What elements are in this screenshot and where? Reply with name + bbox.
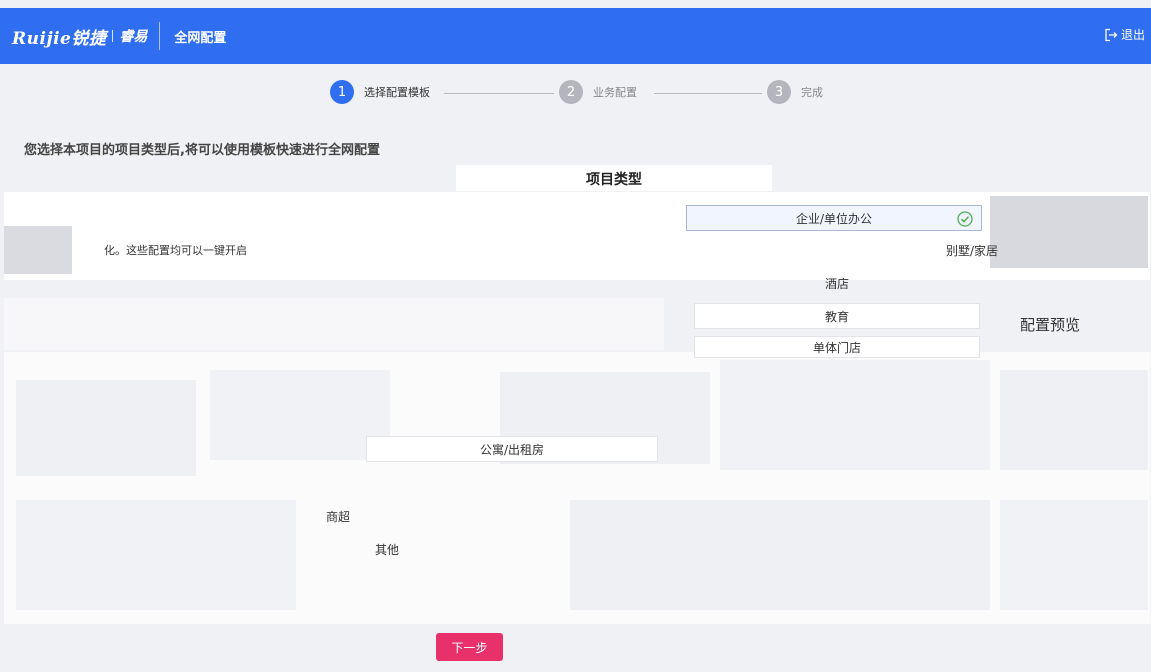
preview-screenshot-8 [1000,500,1148,610]
project-type-hotel[interactable]: 酒店 [694,273,980,293]
preview-screenshot-1 [16,380,196,476]
project-type-single-store[interactable]: 单体门店 [694,336,980,358]
logo-product-text: 睿易 [119,29,148,45]
step-1-label: 选择配置模板 [364,86,430,99]
project-type-title: 项目类型 [456,165,772,191]
logout-button[interactable]: 退出 [1104,26,1145,43]
project-type-single-store-label: 单体门店 [812,340,861,355]
project-type-hotel-label: 酒店 [824,276,849,291]
wizard-steps: 1 选择配置模板 2 业务配置 3 完成 [0,80,1151,108]
template-description: 化。这些配置均可以一键开启 [104,244,247,257]
step-3-number: 3 [767,80,791,104]
logout-icon [1105,28,1118,41]
top-header-bar: Ruijie锐捷 睿易 全网配置 退出 [0,8,1151,64]
app-title: 全网配置 [174,30,227,46]
project-type-supermarket[interactable]: 商超 [326,508,350,525]
project-type-villa[interactable]: 别墅/家居 [946,242,998,259]
preview-screenshot-6 [16,500,296,610]
preview-screenshot-5 [1000,370,1148,470]
preview-screenshot-7 [570,500,990,610]
preview-screenshot-4 [720,360,990,470]
step-connector-1 [444,93,554,94]
office-room-image [990,196,1148,268]
project-type-apartment[interactable]: 公寓/出租房 [366,436,658,462]
project-type-education-label: 教育 [824,309,849,324]
step-1: 1 选择配置模板 [330,80,430,104]
step-1-number: 1 [330,80,354,104]
header-divider [159,22,161,50]
template-detail-panel [4,298,664,350]
intro-text: 您选择本项目的项目类型后,将可以使用模板快速进行全网配置 [24,143,380,158]
project-type-other[interactable]: 其他 [375,541,399,558]
config-preview-title: 配置预览 [1020,316,1081,334]
step-2-label: 业务配置 [593,86,637,99]
step-3-label: 完成 [801,86,823,99]
office-desk-image [4,226,72,274]
project-type-education[interactable]: 教育 [694,303,980,329]
ruijie-logo: Ruijie锐捷 睿易 [12,8,147,64]
logo-divider [112,30,114,42]
logo-brand-text: Ruijie锐捷 [12,28,107,49]
step-3: 3 完成 [767,80,823,104]
project-type-enterprise-label: 企业/单位办公 [795,211,873,226]
logout-label: 退出 [1120,28,1145,42]
step-2-number: 2 [559,80,583,104]
step-2: 2 业务配置 [559,80,637,104]
next-step-button[interactable]: 下一步 [436,633,503,661]
preview-screenshot-2 [210,370,390,460]
project-type-enterprise[interactable]: 企业/单位办公 [686,205,982,231]
selected-check-icon [957,211,973,227]
project-type-apartment-label: 公寓/出租房 [479,442,545,457]
step-connector-2 [654,93,762,94]
